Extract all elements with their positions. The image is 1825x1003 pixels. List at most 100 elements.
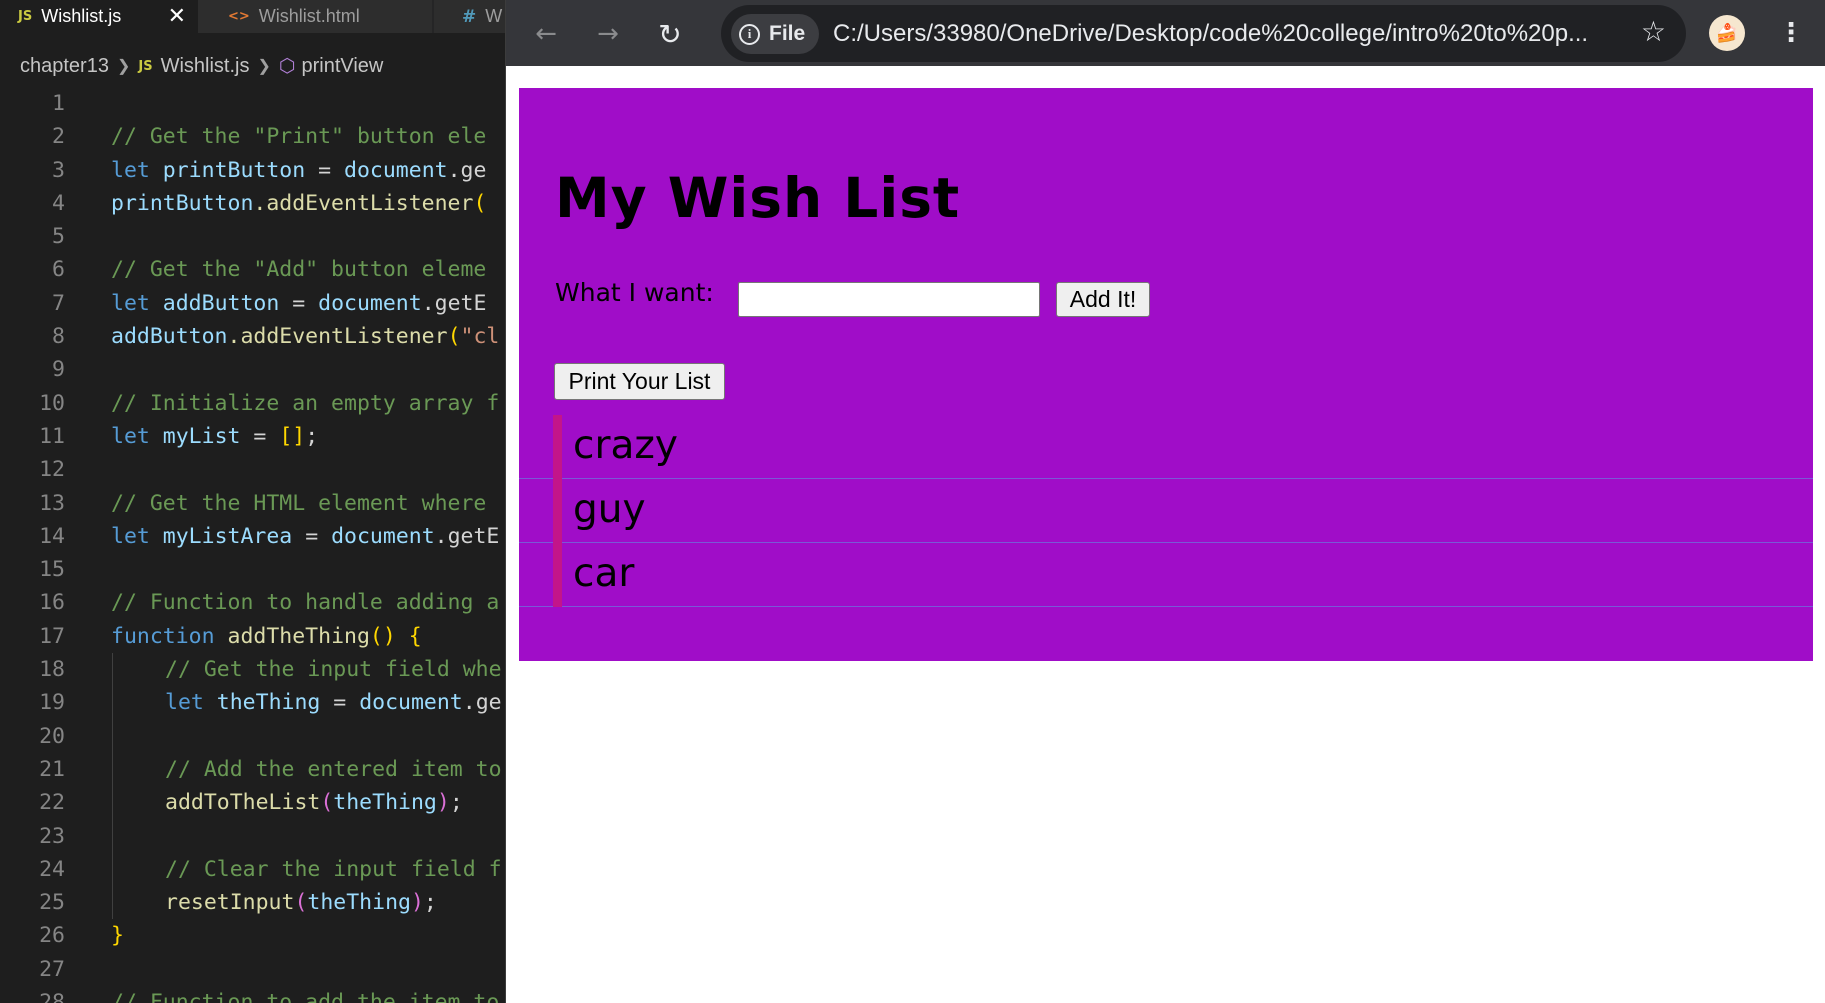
code-line: 8 addButton.addEventListener("cl xyxy=(0,320,505,353)
kebab-menu-icon[interactable]: ⋮ xyxy=(1778,14,1804,52)
code-bracket: ( xyxy=(294,890,308,916)
line-number: 10 xyxy=(39,390,65,416)
list-item: guy xyxy=(519,479,1813,543)
line-number: 26 xyxy=(39,923,65,949)
list-item: car xyxy=(519,543,1813,607)
indent-guide xyxy=(112,819,113,853)
add-it-button[interactable]: Add It! xyxy=(1056,282,1150,317)
tab-label: Wishlist.html xyxy=(258,6,360,26)
code-keyword: let xyxy=(111,423,150,449)
code-bracket: } xyxy=(111,923,124,949)
want-label: What I want: xyxy=(555,278,714,307)
print-list-button[interactable]: Print Your List xyxy=(554,363,725,400)
code-bracket: ) xyxy=(410,890,424,916)
list-item-text: car xyxy=(573,551,635,596)
code-object: document xyxy=(344,157,448,183)
close-icon[interactable]: ✕ xyxy=(168,4,186,29)
line-number: 22 xyxy=(39,790,65,816)
js-file-icon: JS xyxy=(138,58,153,74)
breadcrumb-folder[interactable]: chapter13 xyxy=(20,55,109,78)
line-number: 27 xyxy=(39,956,65,982)
code-comment: // Function to add the item to xyxy=(111,990,500,1003)
line-number: 4 xyxy=(52,190,65,216)
code-line: 28 // Function to add the item to xyxy=(0,986,505,1003)
code-text: resetInput(theThing); xyxy=(165,886,437,919)
code-comment: // Clear the input field f xyxy=(165,856,502,882)
code-line: 15 xyxy=(0,553,505,586)
code-variable: addButton xyxy=(162,290,280,316)
item-accent-bar xyxy=(553,415,562,479)
breadcrumb-symbol[interactable]: printView xyxy=(301,55,383,78)
breadcrumb-file[interactable]: Wishlist.js xyxy=(161,55,250,78)
back-arrow-icon[interactable]: ← xyxy=(528,16,564,52)
browser-window: ← → ↻ i File C:/Users/33980/OneDrive/Des… xyxy=(505,0,1825,1003)
code-editor: JS Wishlist.js ✕ <> Wishlist.html # W ch… xyxy=(0,0,505,1003)
indent-guide xyxy=(112,686,113,720)
item-accent-bar xyxy=(553,479,562,543)
symbol-method-icon: ⬡ xyxy=(278,55,296,77)
tab-wishlist-html[interactable]: <> Wishlist.html xyxy=(198,0,433,33)
code-line: 5 xyxy=(0,220,505,253)
site-info-chip[interactable]: i File xyxy=(731,14,820,54)
list-item-text: crazy xyxy=(573,423,678,468)
css-file-icon: # xyxy=(462,6,477,27)
line-number: 25 xyxy=(39,890,65,916)
line-number: 16 xyxy=(39,590,65,616)
code-line: 17 function addTheThing() { xyxy=(0,620,505,653)
code-function: addTheThing xyxy=(227,623,370,649)
code-line: 3 let printButton = document.ge xyxy=(0,154,505,187)
bookmark-star-icon[interactable]: ☆ xyxy=(1641,15,1666,48)
code-text: let addButton = document.getE xyxy=(111,287,486,320)
code-line: 10 // Initialize an empty array f xyxy=(0,387,505,420)
reload-icon[interactable]: ↻ xyxy=(652,16,688,52)
code-comment: // Function to handle adding a xyxy=(111,590,500,616)
chevron-right-icon: ❯ xyxy=(257,58,271,75)
site-info-label: File xyxy=(769,22,806,45)
tab-css-file[interactable]: # W xyxy=(434,0,505,33)
code-object: document xyxy=(318,290,422,316)
browser-toolbar: ← → ↻ i File C:/Users/33980/OneDrive/Des… xyxy=(506,0,1825,66)
code-comment: // Get the HTML element where xyxy=(111,490,487,516)
line-number: 1 xyxy=(52,91,65,116)
code-comment: // Initialize an empty array f xyxy=(111,390,500,416)
code-comment: // Get the "Print" button ele xyxy=(111,124,487,150)
code-line: 22 addToTheList(theThing); xyxy=(0,786,505,820)
code-line: 7 let addButton = document.getE xyxy=(0,287,505,320)
line-number: 14 xyxy=(39,523,65,549)
code-object: document xyxy=(331,523,435,549)
wish-input[interactable] xyxy=(738,282,1040,317)
tab-wishlist-js[interactable]: JS Wishlist.js ✕ xyxy=(0,0,198,33)
address-bar[interactable]: i File C:/Users/33980/OneDrive/Desktop/c… xyxy=(721,5,1686,62)
code-variable: theThing xyxy=(216,690,321,716)
code-keyword: function xyxy=(111,623,215,649)
code-rest: .getE xyxy=(421,290,487,316)
tab-label: W xyxy=(485,6,503,26)
line-number: 11 xyxy=(39,423,65,449)
code-line: 27 xyxy=(0,953,505,986)
code-text: printButton.addEventListener( xyxy=(111,187,486,220)
url-text[interactable]: C:/Users/33980/OneDrive/Desktop/code%20c… xyxy=(833,5,1588,62)
code-function: .addEventListener xyxy=(227,324,448,350)
code-line: 25 resetInput(theThing); xyxy=(0,886,505,920)
profile-avatar[interactable]: 🍰 xyxy=(1709,15,1745,51)
code-line: 9 xyxy=(0,353,505,386)
line-number: 8 xyxy=(52,324,65,350)
info-icon: i xyxy=(739,23,760,45)
code-line: 2 // Get the "Print" button ele xyxy=(0,120,505,153)
code-bracket: ) xyxy=(436,790,450,816)
indent-guide xyxy=(112,786,113,820)
code-text: let printButton = document.ge xyxy=(111,154,486,187)
line-number: 5 xyxy=(52,224,65,250)
item-accent-bar xyxy=(553,543,562,607)
line-number: 23 xyxy=(39,823,65,849)
code-line: 19 let theThing = document.ge xyxy=(0,686,505,720)
page-viewport: My Wish List What I want: Add It! Print … xyxy=(506,66,1825,1003)
code-area[interactable]: 1 2 // Get the "Print" button ele 3 let pr… xyxy=(0,87,505,1003)
code-keyword: let xyxy=(111,157,150,183)
editor-tab-bar: JS Wishlist.js ✕ <> Wishlist.html # W xyxy=(0,0,505,33)
code-bracket: ( xyxy=(473,190,487,216)
code-operator: = xyxy=(320,690,360,716)
code-keyword: let xyxy=(111,290,150,316)
code-operator: = xyxy=(240,423,280,449)
forward-arrow-icon[interactable]: → xyxy=(590,16,626,52)
